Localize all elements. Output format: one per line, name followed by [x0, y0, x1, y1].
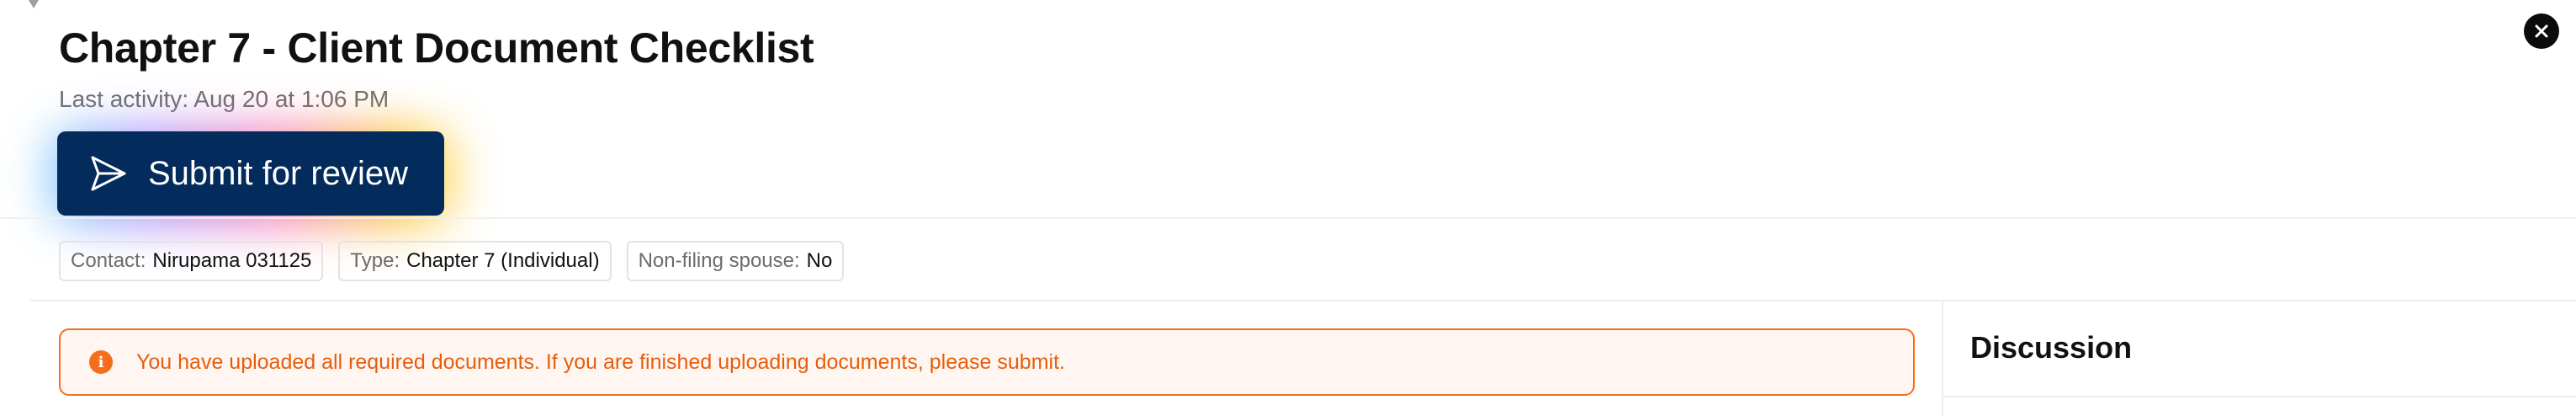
discussion-divider	[1943, 396, 2576, 397]
chip-value: Chapter 7 (Individual)	[406, 249, 600, 272]
alert-message: You have uploaded all required documents…	[136, 349, 1065, 374]
panel-divider	[1942, 301, 1943, 416]
type-chip: Type: Chapter 7 (Individual)	[338, 241, 612, 281]
contact-chip: Contact: Nirupama 031125	[59, 241, 324, 281]
chip-label: Type:	[350, 249, 400, 272]
submit-button-label: Submit for review	[148, 154, 408, 192]
info-icon: i	[89, 350, 113, 374]
chip-value: Nirupama 031125	[152, 249, 312, 272]
chip-label: Non-filing spouse:	[638, 249, 800, 272]
upload-complete-alert: i You have uploaded all required documen…	[59, 328, 1915, 396]
case-info-chips: Contact: Nirupama 031125 Type: Chapter 7…	[59, 241, 845, 281]
non-filing-spouse-chip: Non-filing spouse: No	[626, 241, 845, 281]
send-icon	[87, 152, 130, 195]
chip-value: No	[806, 249, 833, 272]
content-divider	[30, 300, 2576, 301]
last-activity-text: Last activity: Aug 20 at 1:06 PM	[59, 86, 390, 112]
page-title: Chapter 7 - Client Document Checklist	[59, 24, 814, 72]
close-icon	[2535, 24, 2548, 38]
close-button[interactable]	[2524, 13, 2559, 49]
corner-marker	[29, 0, 39, 8]
header-divider	[0, 217, 2576, 219]
chip-label: Contact:	[71, 249, 146, 272]
submit-for-review-button[interactable]: Submit for review	[57, 131, 444, 216]
discussion-heading: Discussion	[1970, 330, 2133, 365]
